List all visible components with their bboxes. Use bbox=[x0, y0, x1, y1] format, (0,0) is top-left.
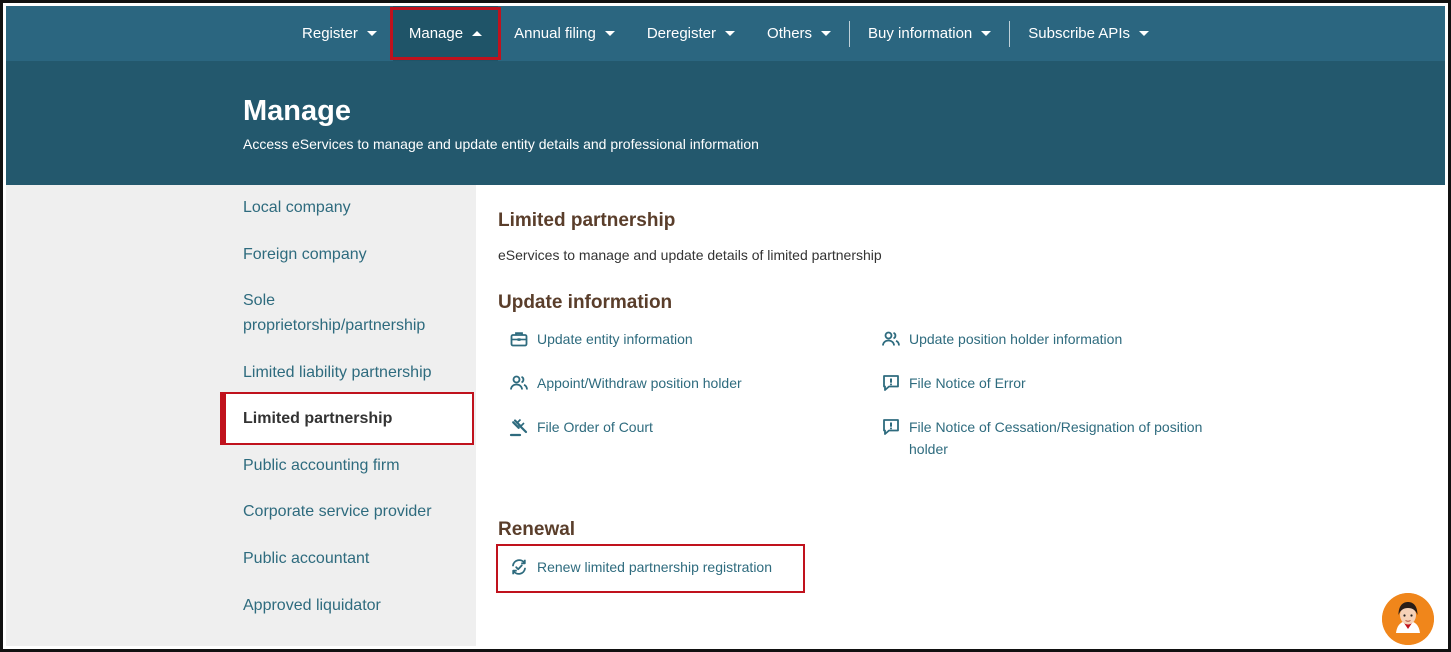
sidebar-item-local-company[interactable]: Local company bbox=[243, 195, 463, 220]
sidebar-item-corporate-service-provider[interactable]: Corporate service provider bbox=[243, 499, 463, 524]
sidebar-item-sole-proprietorship[interactable]: Sole proprietorship/partnership bbox=[243, 288, 458, 338]
chevron-down-icon bbox=[604, 31, 615, 36]
chevron-down-icon bbox=[725, 31, 736, 36]
nav-deregister[interactable]: Deregister bbox=[631, 6, 751, 61]
service-label: Update position holder information bbox=[909, 331, 1123, 347]
section-description: eServices to manage and update details o… bbox=[498, 247, 882, 263]
users-icon bbox=[509, 373, 529, 393]
renew-icon bbox=[509, 557, 529, 577]
sidebar-item-limited-partnership[interactable]: Limited partnership bbox=[243, 406, 463, 431]
renew-registration-link[interactable]: Renew limited partnership registration bbox=[509, 556, 772, 578]
sidebar: Local company Foreign company Sole propr… bbox=[6, 185, 476, 646]
service-label: Update entity information bbox=[537, 331, 693, 347]
nav-subscribe-apis-label: Subscribe APIs bbox=[1028, 25, 1130, 42]
nav-register-label: Register bbox=[302, 25, 358, 42]
nav-menu: Register Manage Annual filing Deregister… bbox=[286, 6, 1165, 61]
nav-annual-filing-label: Annual filing bbox=[514, 25, 596, 42]
page-title: Manage bbox=[243, 95, 351, 127]
file-order-of-court-link[interactable]: File Order of Court bbox=[509, 416, 653, 438]
assistant-avatar-icon bbox=[1382, 593, 1434, 645]
update-position-holder-link[interactable]: Update position holder information bbox=[881, 328, 1122, 350]
sidebar-item-approved-liquidator[interactable]: Approved liquidator bbox=[243, 593, 463, 618]
file-notice-of-error-link[interactable]: File Notice of Error bbox=[881, 372, 1026, 394]
nav-manage-label: Manage bbox=[408, 25, 464, 42]
alert-message-icon bbox=[881, 417, 901, 437]
sidebar-item-foreign-company[interactable]: Foreign company bbox=[243, 242, 463, 267]
service-label: File Order of Court bbox=[537, 419, 653, 435]
renewal-heading: Renewal bbox=[498, 519, 576, 540]
service-label: Appoint/Withdraw position holder bbox=[537, 375, 742, 391]
service-label: File Notice of Error bbox=[909, 375, 1026, 391]
nav-annual-filing[interactable]: Annual filing bbox=[498, 6, 631, 61]
service-label: File Notice of Cessation/Resignation of … bbox=[909, 419, 1203, 457]
nav-deregister-label: Deregister bbox=[646, 25, 717, 42]
nav-subscribe-apis[interactable]: Subscribe APIs bbox=[1012, 6, 1165, 61]
chevron-down-icon bbox=[1138, 31, 1149, 36]
chevron-down-icon bbox=[981, 31, 992, 36]
nav-others[interactable]: Others bbox=[751, 6, 847, 61]
sidebar-item-public-accountant[interactable]: Public accountant bbox=[243, 546, 463, 571]
gavel-icon bbox=[509, 417, 529, 437]
section-title: Limited partnership bbox=[498, 210, 676, 231]
service-label: Renew limited partnership registration bbox=[537, 559, 772, 575]
nav-buy-information-label: Buy information bbox=[868, 25, 973, 42]
chevron-down-icon bbox=[366, 31, 377, 36]
chevron-up-icon bbox=[472, 31, 483, 36]
appoint-withdraw-link[interactable]: Appoint/Withdraw position holder bbox=[509, 372, 742, 394]
main-content: Limited partnership eServices to manage … bbox=[476, 185, 1445, 646]
chevron-down-icon bbox=[821, 31, 832, 36]
update-information-heading: Update information bbox=[498, 292, 673, 313]
nav-divider bbox=[1009, 20, 1011, 47]
sidebar-item-public-accounting-firm[interactable]: Public accounting firm bbox=[243, 453, 463, 478]
page-frame: Register Manage Annual filing Deregister… bbox=[0, 0, 1451, 652]
sidebar-item-limited-liability-partnership[interactable]: Limited liability partnership bbox=[243, 360, 463, 385]
users-icon bbox=[881, 329, 901, 349]
page-subtitle: Access eServices to manage and update en… bbox=[243, 136, 759, 152]
nav-buy-information[interactable]: Buy information bbox=[852, 6, 1007, 61]
nav-divider bbox=[849, 20, 851, 47]
hero-banner: Manage Access eServices to manage and up… bbox=[6, 61, 1445, 185]
nav-manage[interactable]: Manage bbox=[389, 6, 502, 61]
nav-others-label: Others bbox=[767, 25, 813, 42]
update-entity-information-link[interactable]: Update entity information bbox=[509, 328, 693, 350]
nav-register[interactable]: Register bbox=[286, 6, 393, 61]
briefcase-icon bbox=[509, 329, 529, 349]
top-navigation: Register Manage Annual filing Deregister… bbox=[6, 6, 1445, 61]
file-notice-of-cessation-link[interactable]: File Notice of Cessation/Resignation of … bbox=[881, 416, 1221, 460]
chat-assistant-avatar[interactable] bbox=[1382, 593, 1434, 645]
alert-message-icon bbox=[881, 373, 901, 393]
